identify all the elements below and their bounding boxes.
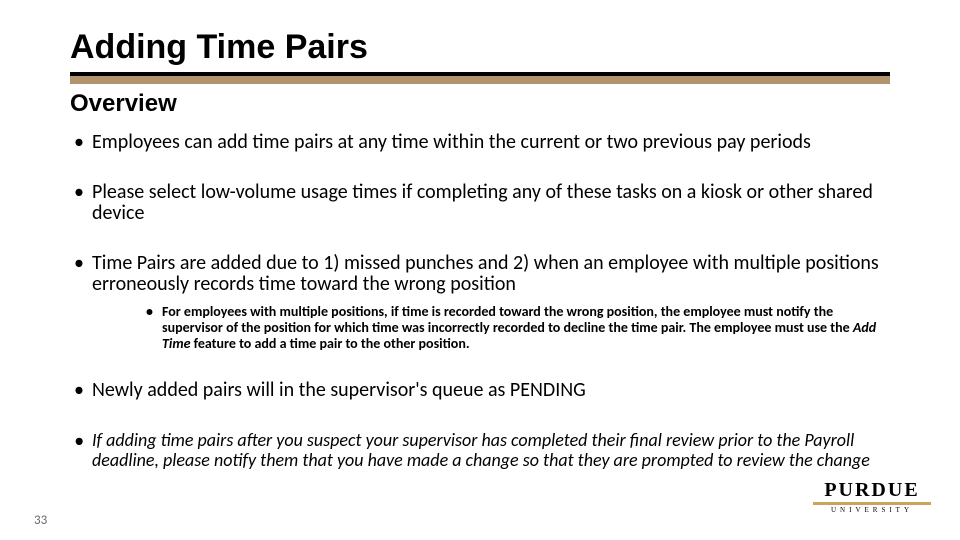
- list-item: Please select low-volume usage times if …: [70, 182, 890, 225]
- slide: Adding Time Pairs Overview Employees can…: [0, 0, 960, 540]
- purdue-logo: PURDUE UNIVERSITY: [812, 480, 932, 514]
- page-number: 33: [34, 513, 47, 528]
- list-item-italic: If adding time pairs after you suspect y…: [70, 430, 890, 470]
- sub-text-post: feature to add a time pair to the other …: [191, 335, 470, 352]
- logo-subtext: UNIVERSITY: [812, 506, 932, 514]
- page-title: Adding Time Pairs: [70, 28, 368, 67]
- divider-gold: [70, 76, 890, 84]
- sub-text-pre: For employees with multiple positions, i…: [162, 303, 853, 336]
- content-body: Employees can add time pairs at any time…: [70, 132, 890, 498]
- sub-bullet-list: For employees with multiple positions, i…: [92, 304, 890, 352]
- list-item: Time Pairs are added due to 1) missed pu…: [70, 253, 890, 352]
- list-item: Newly added pairs will in the supervisor…: [70, 380, 890, 402]
- list-item: Employees can add time pairs at any time…: [70, 132, 890, 154]
- section-heading: Overview: [70, 90, 177, 118]
- sub-list-item: For employees with multiple positions, i…: [92, 304, 890, 352]
- list-item-text: Time Pairs are added due to 1) missed pu…: [92, 251, 879, 297]
- logo-wordmark: PURDUE: [812, 480, 932, 500]
- logo-bar: [813, 502, 931, 505]
- bullet-list: Employees can add time pairs at any time…: [70, 132, 890, 470]
